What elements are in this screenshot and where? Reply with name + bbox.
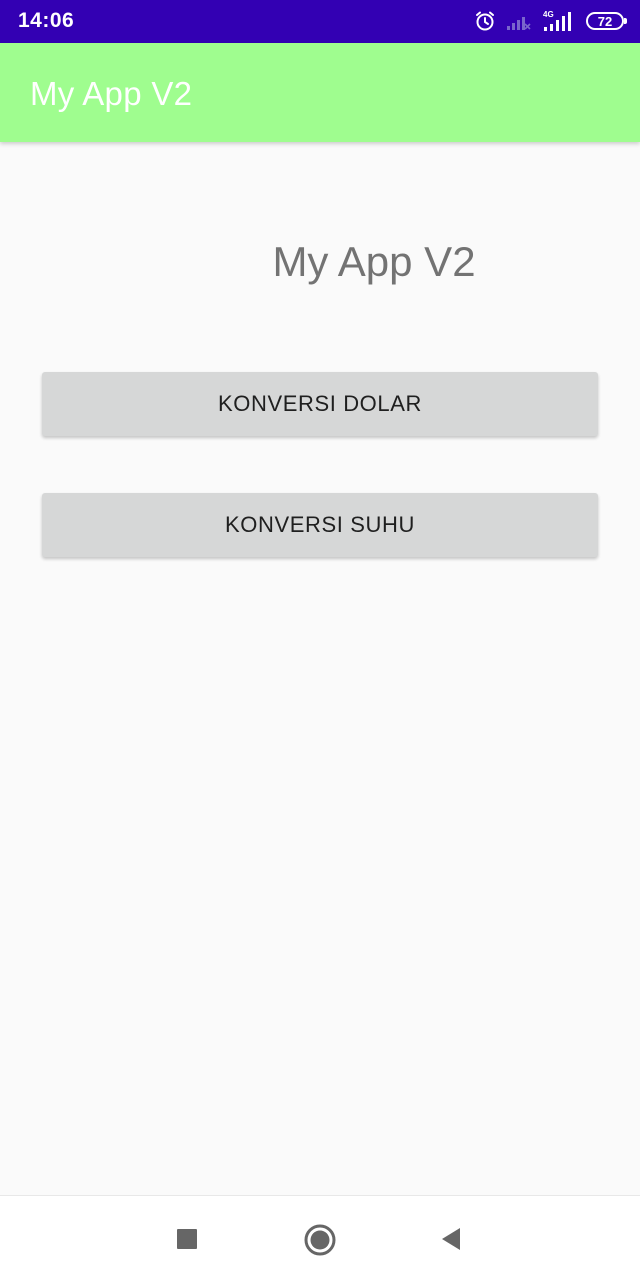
konversi-dolar-button[interactable]: KONVERSI DOLAR [42, 372, 598, 436]
app-bar-title: My App V2 [30, 75, 193, 112]
battery-tip [624, 18, 627, 24]
recents-square-icon[interactable] [172, 1224, 202, 1254]
app-screen: 14:06 4G 72 My App V2 My App V2 KONVERSI… [0, 0, 640, 1280]
back-triangle-icon[interactable] [436, 1224, 466, 1254]
status-icons: 4G 72 [474, 8, 627, 34]
status-time: 14:06 [18, 9, 75, 32]
alarm-icon [474, 10, 496, 32]
signal-4g-icon: 4G [542, 9, 576, 33]
navigation-bar [0, 1195, 640, 1280]
network-label: 4G [543, 10, 554, 19]
battery-level: 72 [597, 13, 613, 29]
battery-icon: 72 [586, 12, 627, 30]
home-circle-icon[interactable] [303, 1223, 337, 1257]
page-heading: My App V2 [272, 238, 476, 285]
status-bar: 14:06 4G 72 [0, 0, 640, 43]
konversi-suhu-button[interactable]: KONVERSI SUHU [42, 493, 598, 557]
app-bar: My App V2 [0, 43, 640, 142]
signal-weak-icon [506, 11, 532, 31]
